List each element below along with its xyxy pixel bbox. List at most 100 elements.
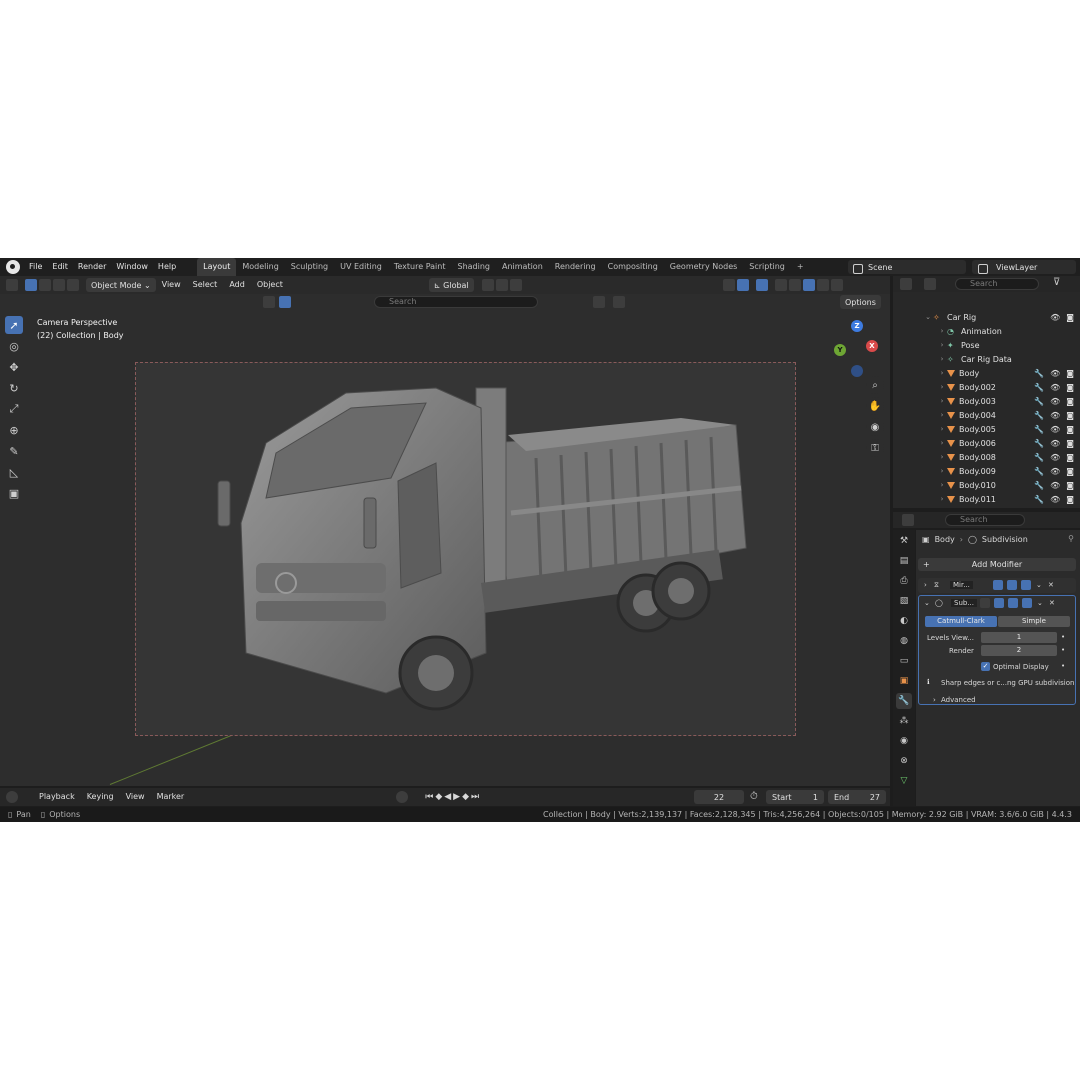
expand-chevron-icon[interactable]: ›: [937, 481, 947, 489]
scene-tab-icon[interactable]: ◐: [896, 613, 912, 629]
record-icon[interactable]: [396, 791, 409, 803]
navigation-gizmo[interactable]: Z Y X: [834, 320, 884, 380]
camera-render-icon[interactable]: ◙: [1066, 481, 1074, 490]
scene-selector[interactable]: Scene: [848, 260, 966, 274]
outliner-row[interactable]: › Body.010 🔧 👁 ◙: [893, 478, 1080, 492]
orientation-dropdown[interactable]: ⊾ Global: [428, 278, 474, 292]
tab-rendering[interactable]: Rendering: [549, 258, 602, 276]
eye-icon[interactable]: 👁: [1050, 495, 1060, 504]
chevron-down-icon-2[interactable]: ⌄: [1037, 599, 1043, 607]
eye-icon[interactable]: 👁: [1050, 369, 1060, 378]
truck-model[interactable]: [136, 363, 797, 737]
properties-search-input[interactable]: Search: [945, 514, 1025, 526]
menu-select[interactable]: Select: [187, 276, 224, 294]
modifier-wrench-icon[interactable]: 🔧: [1034, 383, 1044, 392]
menu-help[interactable]: Help: [153, 258, 181, 276]
eye-icon[interactable]: 👁: [1050, 453, 1060, 462]
expand-chevron-icon[interactable]: ›: [937, 467, 947, 475]
shading-wireframe-icon[interactable]: [788, 279, 801, 291]
outliner-row[interactable]: › Body.004 🔧 👁 ◙: [893, 408, 1080, 422]
eye-icon[interactable]: 👁: [1050, 313, 1060, 322]
on-cage-toggle-icon[interactable]: [980, 598, 990, 608]
move-tool-icon[interactable]: ✥: [5, 358, 23, 376]
menu-marker[interactable]: Marker: [151, 788, 191, 806]
3d-viewport[interactable]: Camera Perspective (22) Collection | Bod…: [0, 294, 890, 786]
collection-tab-icon[interactable]: ▭: [896, 653, 912, 669]
tab-layout[interactable]: Layout: [197, 258, 237, 276]
tab-scripting[interactable]: Scripting: [743, 258, 791, 276]
filter-funnel-icon[interactable]: [593, 296, 605, 308]
eye-icon[interactable]: 👁: [1050, 439, 1060, 448]
eye-icon[interactable]: 👁: [1050, 467, 1060, 476]
eye-icon[interactable]: 👁: [1050, 411, 1060, 420]
menu-view[interactable]: View: [156, 276, 187, 294]
modifier-wrench-icon[interactable]: 🔧: [1034, 411, 1044, 420]
viewport-toggle-icon-2[interactable]: [1008, 598, 1018, 608]
properties-editor-icon[interactable]: [902, 514, 914, 526]
expand-chevron-icon[interactable]: ›: [937, 327, 947, 335]
add-cube-tool-icon[interactable]: ▣: [5, 484, 23, 502]
pin-icon[interactable]: ⚲: [1068, 534, 1074, 543]
expand-chevron-icon[interactable]: ›: [937, 439, 947, 447]
tab-animation[interactable]: Animation: [496, 258, 549, 276]
mode-dropdown[interactable]: Object Mode ⌄: [86, 278, 156, 292]
menu-object[interactable]: Object: [251, 276, 289, 294]
menu-keying[interactable]: Keying: [81, 788, 120, 806]
cursor-tool-icon[interactable]: ◎: [5, 337, 23, 355]
outliner-row[interactable]: ⌄ ✧ Car Rig 👁 ◙: [893, 310, 1080, 324]
select-subtract-icon[interactable]: [53, 279, 65, 291]
visibility-icon[interactable]: [722, 279, 735, 291]
shield-icon[interactable]: [613, 296, 625, 308]
camera-render-icon[interactable]: ◙: [1066, 411, 1074, 420]
world-tab-icon[interactable]: ◍: [896, 633, 912, 649]
modifier-wrench-icon[interactable]: 🔧: [1034, 397, 1044, 406]
proportional-edit-icon[interactable]: [509, 279, 522, 291]
menu-add[interactable]: Add: [223, 276, 251, 294]
edit-mode-toggle-icon-2[interactable]: [994, 598, 1004, 608]
modifier-wrench-icon[interactable]: 🔧: [1034, 369, 1044, 378]
outliner-row[interactable]: › ✧ Car Rig Data: [893, 352, 1080, 366]
viewport-search-input[interactable]: Search: [374, 296, 538, 308]
subdivision-modifier-name[interactable]: Sub...: [951, 599, 977, 607]
tab-geometry-nodes[interactable]: Geometry Nodes: [664, 258, 743, 276]
viewport-toggle-icon[interactable]: [1007, 580, 1017, 590]
eye-icon[interactable]: 👁: [1050, 383, 1060, 392]
outliner-row[interactable]: › Body.005 🔧 👁 ◙: [893, 422, 1080, 436]
close-icon[interactable]: ✕: [1048, 581, 1054, 589]
end-frame-field[interactable]: End 27: [828, 790, 886, 804]
expand-chevron-icon[interactable]: ›: [937, 425, 947, 433]
snap-icon[interactable]: [495, 279, 508, 291]
camera-render-icon[interactable]: ◙: [1066, 467, 1074, 476]
pan-hand-icon[interactable]: ✋: [866, 397, 884, 415]
camera-render-icon[interactable]: ◙: [1066, 495, 1074, 504]
lock-icon[interactable]: ⚿: [866, 439, 884, 457]
camera-render-icon[interactable]: ◙: [1066, 425, 1074, 434]
edit-mode-toggle-icon[interactable]: [993, 580, 1003, 590]
add-modifier-button[interactable]: + Add Modifier: [918, 558, 1076, 571]
modifier-wrench-icon[interactable]: 🔧: [1034, 481, 1044, 490]
expand-chevron-icon[interactable]: ›: [937, 383, 947, 391]
menu-file[interactable]: File: [24, 258, 47, 276]
stopwatch-icon[interactable]: ⏱: [750, 791, 758, 802]
object-tab-icon[interactable]: ▣: [896, 673, 912, 689]
expand-chevron-icon[interactable]: ›: [937, 495, 947, 503]
xray-toggle-icon[interactable]: [774, 279, 787, 291]
camera-render-icon[interactable]: ◙: [1066, 439, 1074, 448]
close-icon-2[interactable]: ✕: [1049, 599, 1055, 607]
tab-sculpting[interactable]: Sculpting: [285, 258, 334, 276]
transform-tool-icon[interactable]: ⊕: [5, 421, 23, 439]
modifier-wrench-icon[interactable]: 🔧: [1034, 495, 1044, 504]
shading-rendered-icon[interactable]: [830, 279, 843, 291]
current-frame-field[interactable]: 22: [694, 790, 744, 804]
outliner-row[interactable]: › Body.009 🔧 👁 ◙: [893, 464, 1080, 478]
shading-solid-icon[interactable]: [802, 279, 815, 291]
modifier-wrench-icon[interactable]: 🔧: [1034, 453, 1044, 462]
eye-icon[interactable]: 👁: [1050, 397, 1060, 406]
expand-chevron-icon[interactable]: ⌄: [923, 313, 933, 321]
menu-edit[interactable]: Edit: [47, 258, 73, 276]
expand-chevron-icon[interactable]: ›: [937, 453, 947, 461]
annotate-tool-icon[interactable]: ✎: [5, 442, 23, 460]
options-dropdown[interactable]: Options: [840, 295, 881, 309]
expand-chevron-icon[interactable]: ›: [937, 369, 947, 377]
render-toggle-icon-2[interactable]: [1022, 598, 1032, 608]
